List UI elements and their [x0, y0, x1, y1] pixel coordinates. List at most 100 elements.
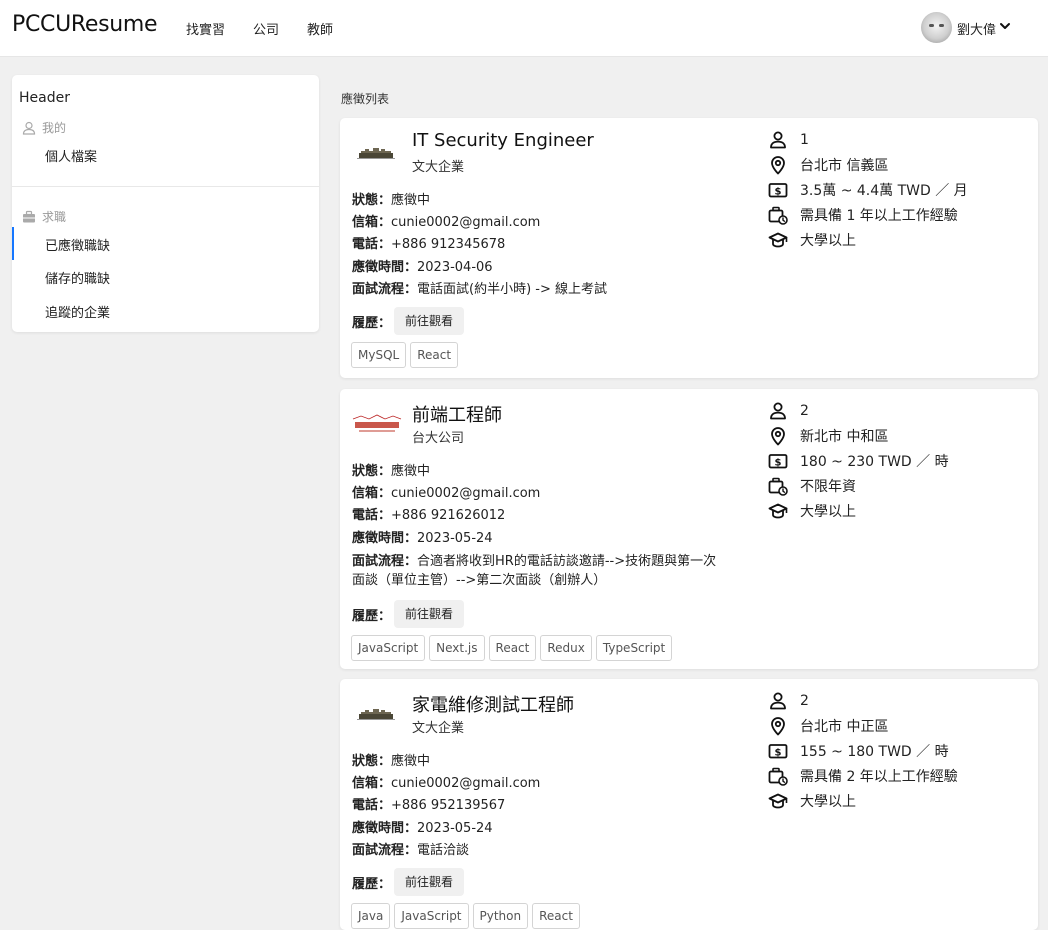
skill-tag[interactable]: JavaScript — [394, 903, 469, 929]
skill-tag[interactable]: Java — [351, 903, 391, 929]
company-name[interactable]: 文大企業 — [412, 156, 464, 175]
process-row: 面試流程：電話洽談 — [352, 842, 469, 859]
company-logo — [357, 148, 395, 159]
avatar[interactable] — [921, 12, 952, 43]
view-resume-button[interactable]: 前往觀看 — [394, 868, 465, 896]
sidebar-header: Header — [19, 90, 70, 106]
experience-text: 需具備 2 年以上工作經驗 — [800, 768, 958, 785]
person-icon — [770, 692, 786, 709]
status-row: 狀態：應徵中 — [352, 463, 430, 480]
job-meta: 1 台北市 信義區 $3.5萬 ~ 4.4萬 TWD ／ 月需具備 1 年以上工作經… — [768, 127, 968, 252]
field-label: 應徵時間： — [352, 821, 418, 836]
company-logo — [352, 414, 402, 432]
location-text: 台北市 信義區 — [800, 157, 889, 174]
location-row: 新北市 中和區 — [768, 423, 949, 448]
job-title[interactable]: 家電維修測試工程師 — [412, 691, 574, 717]
skill-tag[interactable]: React — [488, 635, 537, 661]
person-icon — [770, 131, 786, 148]
phone-text: +886 921626012 — [391, 508, 506, 523]
job-card[interactable]: 前端工程師 台大公司狀態：應徵中信箱：cunie0002@gmail.com 電話：… — [340, 389, 1038, 669]
sidebar-item-saved[interactable]: 儲存的職缺 — [45, 268, 110, 287]
user-name[interactable]: 劉大偉 — [957, 19, 996, 38]
skill-tag[interactable]: MySQL — [351, 342, 407, 368]
location-row: 台北市 信義區 — [768, 152, 968, 177]
top-navbar: PCCUResume 找實習 公司 教師 劉大偉 — [0, 0, 1048, 57]
field-label: 電話： — [352, 508, 392, 523]
resume-label: 履歷： — [352, 316, 392, 331]
field-label: 狀態： — [352, 464, 392, 479]
chevron-down-icon[interactable] — [999, 20, 1011, 32]
job-title[interactable]: 前端工程師 — [412, 401, 502, 427]
email-text: cunie0002@gmail.com — [391, 776, 541, 791]
view-resume-button[interactable]: 前往觀看 — [394, 307, 465, 335]
money-icon: $ — [768, 182, 788, 197]
sidebar-item-followed[interactable]: 追蹤的企業 — [45, 302, 110, 321]
company-name[interactable]: 台大公司 — [412, 427, 464, 446]
briefcase-clock-icon — [768, 206, 788, 225]
company-name[interactable]: 文大企業 — [412, 717, 464, 736]
education-row: 大學以上 — [768, 788, 958, 813]
job-meta: 2 台北市 中正區 $155 ~ 180 TWD ／ 時需具備 2 年以上工作經驗大… — [768, 688, 958, 813]
process-text: 電話面試(約半小時) -> 線上考試 — [417, 282, 608, 297]
experience-row: 需具備 2 年以上工作經驗 — [768, 763, 958, 788]
brand-logo[interactable]: PCCUResume — [12, 12, 158, 37]
process-row: 面試流程：合適者將收到HR的電話訪談邀請-->技術題與第一次 面談（單位主管）--… — [352, 552, 716, 590]
money-icon: $ — [768, 453, 788, 468]
resume-label: 履歷： — [352, 609, 392, 624]
svg-text:$: $ — [775, 457, 782, 468]
location-text: 新北市 中和區 — [800, 428, 889, 445]
sidebar-group-label: 求職 — [42, 210, 67, 224]
skill-tag[interactable]: Next.js — [429, 635, 485, 661]
divider — [12, 186, 319, 187]
field-label: 應徵時間： — [352, 531, 418, 546]
sidebar-item-profile[interactable]: 個人檔案 — [45, 146, 97, 165]
applied-date-row: 應徵時間：2023-04-06 — [352, 259, 493, 276]
field-label: 面試流程： — [352, 282, 418, 297]
nav-link-internship[interactable]: 找實習 — [186, 19, 225, 38]
view-resume-button[interactable]: 前往觀看 — [394, 600, 465, 628]
email-row: 信箱：cunie0002@gmail.com — [352, 485, 540, 502]
status-text: 應徵中 — [391, 464, 431, 479]
process-text: 合適者將收到HR的電話訪談邀請-->技術題與第一次 — [417, 554, 717, 569]
applied-date-text: 2023-04-06 — [417, 260, 493, 275]
job-meta: 2 新北市 中和區 $180 ~ 230 TWD ／ 時不限年資大學以上 — [768, 398, 949, 523]
field-label: 信箱： — [352, 776, 392, 791]
education-text: 大學以上 — [800, 232, 856, 249]
skill-tag[interactable]: Redux — [540, 635, 592, 661]
skill-tag[interactable]: Python — [472, 903, 529, 929]
skill-tag[interactable]: React — [532, 903, 580, 929]
openings-row: 2 — [768, 398, 949, 423]
email-text: cunie0002@gmail.com — [391, 215, 541, 230]
applied-date-row: 應徵時間：2023-05-24 — [352, 530, 493, 547]
openings-row: 1 — [768, 127, 968, 152]
status-row: 狀態：應徵中 — [352, 753, 430, 770]
skill-tag[interactable]: React — [410, 342, 459, 368]
section-title: 應徵列表 — [341, 92, 390, 106]
phone-text: +886 912345678 — [391, 237, 506, 252]
job-card[interactable]: IT Security Engineer 文大企業 狀態：應徵中 信箱：cunie00… — [340, 118, 1038, 378]
field-label: 狀態： — [352, 754, 392, 769]
nav-link-teacher[interactable]: 教師 — [307, 19, 333, 38]
user-icon — [22, 121, 36, 135]
phone-text: +886 952139567 — [391, 798, 506, 813]
process-row: 面試流程：電話面試(約半小時) -> 線上考試 — [352, 281, 607, 298]
experience-row: 不限年資 — [768, 473, 949, 498]
email-row: 信箱：cunie0002@gmail.com — [352, 775, 540, 792]
experience-text: 不限年資 — [800, 478, 856, 495]
nav-link-company[interactable]: 公司 — [253, 19, 279, 38]
sidebar-group-mine: 我的 — [22, 119, 66, 136]
salary-row: $180 ~ 230 TWD ／ 時 — [768, 448, 949, 473]
skill-tag[interactable]: TypeScript — [595, 635, 673, 661]
location-text: 台北市 中正區 — [800, 718, 889, 735]
salary-text: 3.5萬 ~ 4.4萬 TWD ／ 月 — [800, 182, 968, 199]
skill-tag[interactable]: JavaScript — [351, 635, 426, 661]
sidebar-item-applied[interactable]: 已應徵職缺 — [45, 235, 110, 254]
field-label: 信箱： — [352, 486, 392, 501]
resume-label: 履歷： — [352, 877, 392, 892]
education-row: 大學以上 — [768, 498, 949, 523]
job-title[interactable]: IT Security Engineer — [412, 130, 594, 151]
svg-text:$: $ — [775, 186, 782, 197]
job-card[interactable]: 家電維修測試工程師 文大企業 狀態：應徵中 信箱：cunie0002@gmail.co… — [340, 679, 1038, 930]
experience-row: 需具備 1 年以上工作經驗 — [768, 202, 968, 227]
openings-text: 2 — [800, 692, 809, 709]
